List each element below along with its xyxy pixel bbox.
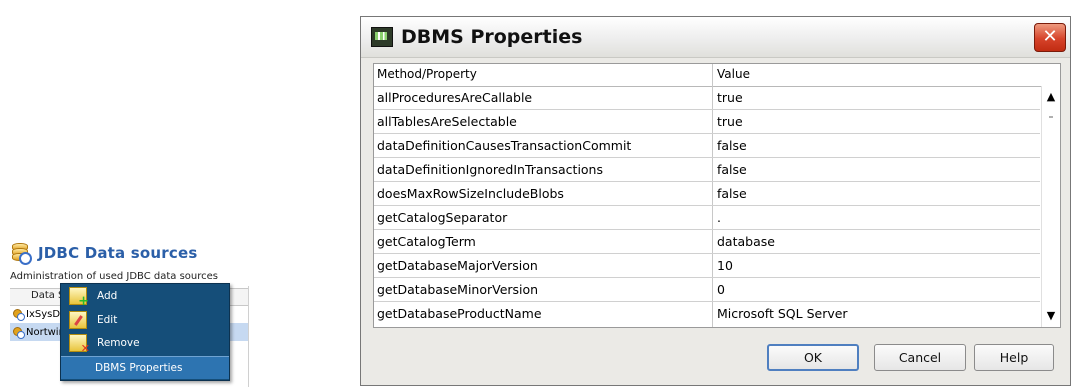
table-row[interactable]: dataDefinitionCausesTransactionCommit fal… xyxy=(374,134,1040,158)
add-icon xyxy=(69,287,89,309)
menu-item-label: Remove xyxy=(97,337,140,349)
property-cell: getCatalogTerm xyxy=(377,234,476,249)
vertical-scrollbar[interactable]: ▲ ▼ xyxy=(1041,86,1060,327)
value-cell: false xyxy=(717,138,747,153)
dbms-properties-dialog: DBMS Properties ✕ Method/Property Value … xyxy=(360,16,1071,386)
help-button[interactable]: Help xyxy=(974,344,1054,371)
value-cell: true xyxy=(717,114,743,129)
app-icon xyxy=(371,27,393,47)
close-button[interactable]: ✕ xyxy=(1034,23,1066,52)
value-cell: false xyxy=(717,186,747,201)
menu-item-remove[interactable]: Remove xyxy=(61,332,229,355)
value-cell: Microsoft SQL Server xyxy=(717,306,848,321)
table-row[interactable]: getDatabaseMajorVersion 10 xyxy=(374,254,1040,278)
property-cell: doesMaxRowSizeIncludeBlobs xyxy=(377,186,564,201)
dialog-title: DBMS Properties xyxy=(401,26,583,48)
property-cell: allProceduresAreCallable xyxy=(377,90,533,105)
table-row[interactable]: getCatalogTerm database xyxy=(374,230,1040,254)
scroll-up-icon[interactable]: ▲ xyxy=(1044,90,1058,104)
scroll-down-icon[interactable]: ▼ xyxy=(1044,309,1058,323)
properties-table: Method/Property Value allProceduresAreCa… xyxy=(373,63,1061,328)
panel-divider xyxy=(248,286,249,387)
menu-item-add[interactable]: Add xyxy=(61,285,229,309)
remove-icon xyxy=(69,334,90,355)
database-icon xyxy=(10,241,32,265)
property-cell: getDatabaseProductName xyxy=(377,306,542,321)
menu-item-label: DBMS Properties xyxy=(95,362,183,374)
table-row[interactable]: getDatabaseProductName Microsoft SQL Serv… xyxy=(374,302,1040,326)
column-header-property[interactable]: Method/Property xyxy=(377,67,477,81)
property-cell: getDatabaseMinorVersion xyxy=(377,282,539,297)
table-header: Method/Property Value xyxy=(374,64,1060,87)
dialog-title-bar[interactable]: DBMS Properties ✕ xyxy=(361,17,1070,58)
property-cell: getCatalogSeparator xyxy=(377,210,508,225)
property-cell: dataDefinitionCausesTransactionCommit xyxy=(377,138,632,153)
property-cell: allTablesAreSelectable xyxy=(377,114,517,129)
property-cell: getDatabaseMajorVersion xyxy=(377,258,538,273)
datasource-icon xyxy=(13,309,25,321)
panel-title: JDBC Data sources xyxy=(38,244,198,262)
table-row[interactable]: allProceduresAreCallable true xyxy=(374,86,1040,110)
menu-item-label: Add xyxy=(97,290,118,302)
menu-item-edit[interactable]: Edit xyxy=(61,309,229,331)
panel-subtitle: Administration of used JDBC data sources xyxy=(10,271,219,282)
datasource-icon xyxy=(13,327,25,339)
property-cell: dataDefinitionIgnoredInTransactions xyxy=(377,162,603,177)
panel-header: JDBC Data sources xyxy=(10,240,198,266)
cancel-button[interactable]: Cancel xyxy=(874,344,966,371)
table-row[interactable]: getCatalogSeparator. xyxy=(374,206,1040,230)
value-cell: false xyxy=(717,162,747,177)
value-cell: 10 xyxy=(717,258,733,273)
value-cell: 0 xyxy=(717,282,725,297)
menu-item-dbms-properties[interactable]: DBMS Properties xyxy=(61,356,229,379)
table-row[interactable]: getDatabaseMinorVersion 0 xyxy=(374,278,1040,302)
menu-item-label: Edit xyxy=(97,314,118,326)
ok-button[interactable]: OK xyxy=(767,344,859,371)
value-cell: . xyxy=(717,210,721,225)
scroll-thumb[interactable] xyxy=(1049,116,1053,118)
value-cell: true xyxy=(717,90,743,105)
value-cell: database xyxy=(717,234,775,249)
edit-icon xyxy=(69,311,87,329)
table-row[interactable]: doesMaxRowSizeIncludeBlobs false xyxy=(374,182,1040,206)
blank-icon xyxy=(69,360,85,376)
table-row[interactable]: dataDefinitionIgnoredInTransactions false xyxy=(374,158,1040,182)
table-row[interactable]: allTablesAreSelectable true xyxy=(374,110,1040,134)
column-header-value[interactable]: Value xyxy=(717,67,750,81)
context-menu: Add Edit Remove DBMS Properties xyxy=(60,283,230,381)
